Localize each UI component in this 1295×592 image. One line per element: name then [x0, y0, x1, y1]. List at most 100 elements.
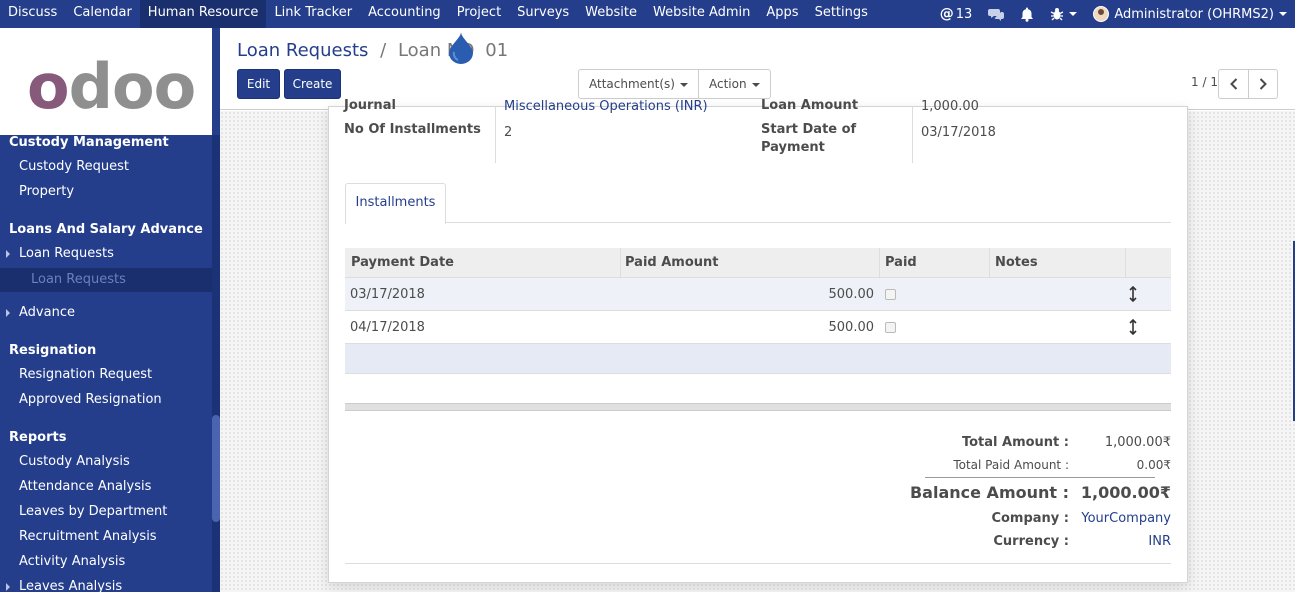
column-notes[interactable]: Notes: [995, 255, 1038, 270]
total-paid-label: Total Paid Amount :: [953, 458, 1069, 472]
sidebar-item-advance[interactable]: Advance: [6, 305, 75, 320]
pager-buttons: [1218, 69, 1278, 99]
sidebar-item-attendance-analysis[interactable]: Attendance Analysis: [19, 479, 151, 494]
user-menu[interactable]: Administrator (OHRMS2): [1085, 0, 1295, 28]
sidebar-scrollbar-thumb[interactable]: [212, 415, 220, 522]
chat-icon: [988, 9, 1005, 21]
row-payment-date: 03/17/2018: [350, 287, 425, 302]
drag-handle-icon[interactable]: [1129, 286, 1137, 302]
table-header: Payment Date Paid Amount Paid Notes: [345, 248, 1171, 278]
currency-value[interactable]: INR: [1148, 534, 1171, 549]
menu-website[interactable]: Website: [577, 0, 645, 28]
debug-menu-button[interactable]: [1042, 0, 1085, 28]
mentions-button[interactable]: @ 13: [932, 0, 981, 28]
total-amount-label: Total Amount :: [961, 435, 1069, 450]
mentions-count: 13: [955, 6, 973, 22]
sidebar-item-recruitment-analysis[interactable]: Recruitment Analysis: [19, 529, 157, 544]
notebook-tabs: Installments: [345, 183, 1171, 224]
menu-settings[interactable]: Settings: [807, 0, 876, 28]
menu-project[interactable]: Project: [449, 0, 509, 28]
row-paid-amount: 500.00: [828, 320, 875, 335]
sidebar-item-resignation-request[interactable]: Resignation Request: [19, 367, 152, 382]
column-divider: [1125, 248, 1126, 278]
sidebar-header-reports: Reports: [9, 430, 67, 445]
balance-amount-label: Balance Amount :: [909, 483, 1069, 502]
menu-apps[interactable]: Apps: [758, 0, 806, 28]
installments-label: No Of Installments: [344, 122, 481, 137]
odoo-logo: odoo: [27, 50, 196, 123]
empty-row[interactable]: [345, 344, 1171, 374]
action-dropdown[interactable]: Action: [697, 70, 770, 98]
sidebar-actions: Attachment(s) Action: [578, 69, 771, 99]
column-divider: [989, 248, 990, 278]
total-amount-value: 1,000.00₹: [1104, 435, 1171, 450]
pager-next-button[interactable]: [1248, 70, 1277, 98]
sidebar-item-custody-request[interactable]: Custody Request: [19, 159, 129, 174]
drag-handle-icon[interactable]: [1129, 319, 1137, 335]
balance-amount-value: 1,000.00₹: [1080, 483, 1171, 502]
menu-accounting[interactable]: Accounting: [360, 0, 449, 28]
sidebar-item-custody-analysis[interactable]: Custody Analysis: [19, 454, 130, 469]
sidebar: odoo Custody Management Custody Request …: [0, 28, 220, 592]
create-button[interactable]: Create: [284, 69, 341, 99]
currency-label: Currency :: [993, 534, 1069, 549]
form-view: Journal Miscellaneous Operations (INR) L…: [220, 98, 1295, 592]
top-menu-bar: Discuss Calendar Human Resource Link Tra…: [0, 0, 1295, 28]
table-row[interactable]: 04/17/2018 500.00: [345, 311, 1171, 344]
sidebar-scrollbar-track[interactable]: [212, 135, 220, 592]
company-value[interactable]: YourCompany: [1081, 511, 1171, 526]
sidebar-header-custody: Custody Management: [9, 135, 169, 150]
pager-value: 1 / 1: [1191, 75, 1218, 89]
chevron-left-icon: [1229, 78, 1237, 90]
breadcrumb-parent[interactable]: Loan Requests: [237, 40, 368, 61]
user-name: Administrator (OHRMS2): [1114, 6, 1274, 22]
column-divider: [879, 248, 880, 278]
chevron-down-icon: [1069, 12, 1078, 16]
menu-calendar[interactable]: Calendar: [65, 0, 139, 28]
column-divider: [620, 248, 621, 278]
at-icon: @: [939, 6, 954, 22]
table-row[interactable]: 03/17/2018 500.00: [345, 278, 1171, 311]
start-date-label: Start Date of Payment: [761, 122, 857, 155]
pager-previous-button[interactable]: [1219, 70, 1248, 98]
sidebar-item-property[interactable]: Property: [19, 184, 74, 199]
column-payment-date[interactable]: Payment Date: [351, 255, 454, 270]
notifications-button[interactable]: [1012, 0, 1042, 28]
row-paid-checkbox[interactable]: [885, 322, 896, 333]
field-divider: [912, 107, 913, 163]
attachments-dropdown[interactable]: Attachment(s): [579, 70, 698, 98]
row-paid-checkbox[interactable]: [885, 289, 896, 300]
menu-discuss[interactable]: Discuss: [0, 0, 65, 28]
avatar: [1093, 6, 1110, 22]
journal-value[interactable]: Miscellaneous Operations (INR): [504, 99, 708, 114]
sidebar-item-leaves-analysis[interactable]: Leaves Analysis: [5, 579, 122, 592]
sheet-divider: [345, 563, 1171, 564]
sidebar-item-activity-analysis[interactable]: Activity Analysis: [19, 554, 125, 569]
chevron-down-icon: [1279, 12, 1287, 16]
bug-icon: [1051, 8, 1064, 21]
sidebar-header-resignation: Resignation: [9, 343, 97, 358]
chat-button[interactable]: [980, 0, 1012, 28]
sidebar-item-label: Loan Requests: [31, 272, 126, 287]
menu-surveys[interactable]: Surveys: [509, 0, 577, 28]
sidebar-item-leaves-by-department[interactable]: Leaves by Department: [19, 504, 167, 519]
menu-link-tracker[interactable]: Link Tracker: [266, 0, 360, 28]
chevron-down-icon: [751, 82, 760, 87]
form-sheet: Journal Miscellaneous Operations (INR) L…: [328, 98, 1188, 583]
tab-installments[interactable]: Installments: [345, 183, 446, 224]
row-paid-amount: 500.00: [828, 287, 875, 302]
menu-website-admin[interactable]: Website Admin: [645, 0, 758, 28]
menu-human-resource[interactable]: Human Resource: [139, 0, 267, 28]
chevron-down-icon: [679, 82, 688, 87]
edit-button[interactable]: Edit: [237, 69, 280, 99]
sidebar-item-approved-resignation[interactable]: Approved Resignation: [19, 392, 162, 407]
sidebar-item-loan-requests-sub[interactable]: Loan Requests: [0, 268, 212, 292]
column-paid[interactable]: Paid: [885, 255, 917, 270]
total-paid-value: 0.00₹: [1136, 458, 1171, 472]
column-paid-amount[interactable]: Paid Amount: [625, 255, 719, 270]
installments-value: 2: [504, 125, 513, 140]
sidebar-header-loans: Loans And Salary Advance: [9, 222, 203, 237]
loan-amount-label: Loan Amount: [761, 98, 859, 113]
logo-container[interactable]: odoo: [0, 28, 212, 135]
sidebar-item-loan-requests[interactable]: Loan Requests: [6, 246, 114, 261]
